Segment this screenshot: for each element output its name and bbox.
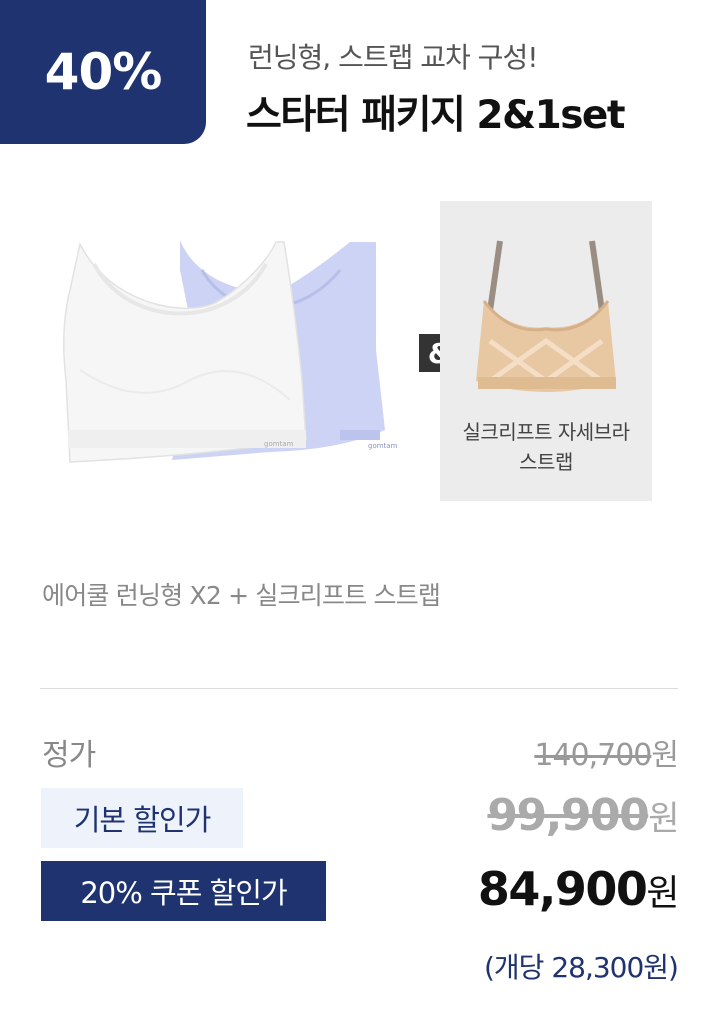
- basic-price-value: 99,900: [487, 790, 649, 841]
- final-price-currency: 원: [646, 873, 679, 914]
- final-price: 84,900원: [477, 862, 680, 916]
- coupon-discount-chip: 20% 쿠폰 할인가: [41, 861, 326, 921]
- package-subtitle: 런닝형, 스트랩 교차 구성!: [248, 41, 538, 74]
- svg-text:gomtam: gomtam: [368, 442, 398, 450]
- running-bra-pair-image: gomtam gomtam: [63, 240, 398, 463]
- package-description: 에어쿨 런닝형 X2 + 실크리프트 스트랩: [42, 581, 441, 610]
- per-unit-price: (개당 28,300원): [483, 951, 679, 984]
- strap-bra-label: 실크리프트 자세브라 스트랩: [440, 417, 652, 477]
- discount-percent: 40%: [44, 43, 163, 101]
- final-price-value: 84,900: [477, 862, 648, 916]
- basic-price-currency: 원: [648, 799, 679, 839]
- basic-discount-chip: 기본 할인가: [41, 788, 243, 848]
- strap-bra-card: 실크리프트 자세브라 스트랩: [440, 201, 652, 501]
- svg-text:gomtam: gomtam: [264, 440, 294, 448]
- package-title: 스타터 패키지 2&1set: [246, 93, 626, 138]
- divider: [40, 688, 678, 689]
- strap-bra-label-line1: 실크리프트 자세브라: [462, 420, 630, 444]
- strap-bra-beige-image: [476, 240, 616, 392]
- regular-price-value: 140,700: [534, 738, 652, 773]
- strap-bra-label-line2: 스트랩: [519, 450, 573, 474]
- regular-price-label: 정가: [42, 738, 96, 773]
- basic-discount-price: 99,900원: [487, 790, 679, 841]
- regular-price: 140,700원: [534, 730, 679, 774]
- discount-badge: 40%: [0, 0, 206, 144]
- regular-price-currency: 원: [651, 738, 679, 773]
